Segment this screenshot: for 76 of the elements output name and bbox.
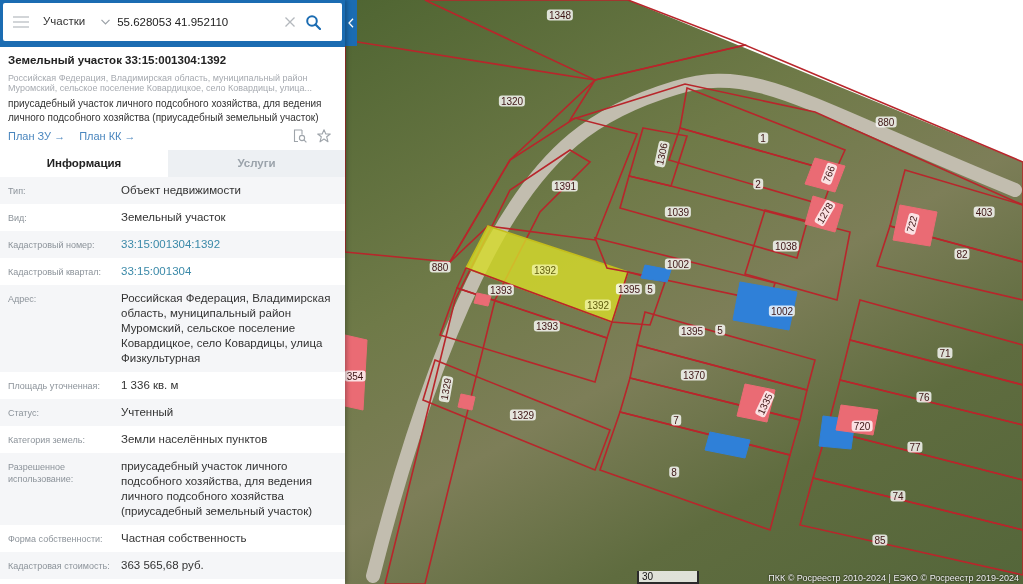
parcel-number: 1320 — [498, 95, 526, 107]
parcel-number: 5 — [715, 324, 725, 336]
parcel-number: 2 — [753, 178, 763, 190]
scale-bar: 30 — [637, 571, 699, 584]
search-button[interactable] — [303, 12, 324, 32]
building-number: 354 — [345, 370, 366, 382]
field-label: Категория земель: — [8, 434, 86, 446]
tab[interactable]: Услуги — [168, 150, 345, 177]
building-number: 1002 — [768, 305, 796, 317]
parcel-number: 880 — [429, 261, 451, 273]
parcel-number: 403 — [973, 206, 995, 218]
parcel-number: 1 — [758, 132, 768, 144]
parcel-number: 1395 — [678, 325, 706, 337]
field-link[interactable]: 33:15:001304 — [121, 264, 337, 279]
parcel-number: 1306 — [653, 140, 671, 168]
field-value: Объект недвижимости — [121, 183, 242, 198]
field-value: Учтенный — [121, 405, 175, 420]
parcel-number: 7 — [671, 414, 681, 426]
field-label: Кадастровый квартал: — [8, 266, 103, 278]
field-value: Российская Федерация, Владимирская область, муниципальный район Муромский, сельское поселение Ковардицкое, село Ковардицы, улица Физкультурная — [121, 291, 332, 366]
plan-link[interactable]: План КК → — [79, 129, 136, 143]
parcel-number: 1393 — [487, 284, 515, 296]
star-icon[interactable] — [317, 129, 331, 143]
map-attribution: ПКК © Росреестр 2010-2024 | ЕЭКО © Росреестр 2019-2024 — [768, 573, 1019, 584]
field-label: Вид: — [8, 212, 28, 224]
field-label: Адрес: — [8, 293, 38, 305]
parcel-number: 8 — [669, 466, 679, 478]
parcel-number: 1392 — [584, 299, 612, 311]
field-value: 1 336 кв. м — [121, 378, 180, 393]
parcel-number: 1392 — [531, 264, 559, 276]
parcel-number: 82 — [954, 248, 970, 260]
parcel-number: 71 — [937, 347, 953, 359]
parcel-number: 1039 — [664, 206, 692, 218]
field-label: Разрешенное использование: — [8, 461, 75, 485]
field-value: Земельный участок — [121, 210, 227, 225]
parcel-number: 1370 — [680, 369, 708, 381]
plan-link[interactable]: План ЗУ → — [8, 129, 66, 143]
field-label: Площадь уточненная: — [8, 380, 101, 392]
field-link[interactable]: 33:15:001304:1392 — [121, 237, 337, 252]
parcel-number: 1329 — [509, 409, 537, 421]
parcel-number: 1038 — [772, 240, 800, 252]
object-title: Земельный участок 33:15:001304:1392 — [8, 53, 228, 68]
menu-icon — [13, 16, 29, 28]
field-label: Форма собственности: — [8, 533, 104, 545]
search-icon — [305, 14, 321, 30]
field-value: приусадебный участок личного подсобного хозяйства, для ведения личного подсобного хозяйства (приусадебный земельный участок) — [121, 459, 314, 519]
chevron-down-icon — [101, 19, 111, 25]
field-label: Статус: — [8, 407, 40, 419]
object-description: приусадебный участок личного подсобного хозяйства, для ведения личного подсобного хозяйства (приусадебный земельный участок) — [8, 97, 323, 125]
parcel-number: 1391 — [551, 180, 579, 192]
field-value: Частная собственность — [121, 531, 248, 546]
field-value: Земли населённых пунктов — [121, 432, 269, 447]
parcel-number: 5 — [645, 283, 655, 295]
document-search-icon[interactable] — [293, 129, 307, 143]
field-label: Тип: — [8, 185, 27, 197]
chevron-left-icon — [348, 18, 354, 28]
object-address: Российская Федерация, Владимирская область, муниципальный район Муромский, сельское поселение Ковардицкое, село Ковардицы, улица... — [8, 73, 313, 93]
field-label: Кадастровый номер: — [8, 239, 96, 251]
parcel-number: 1329 — [438, 375, 454, 403]
parcel-number: 1348 — [546, 9, 574, 21]
parcel-number: 76 — [916, 391, 932, 403]
field-value: 363 565,68 руб. — [121, 558, 205, 573]
parcel-number: 880 — [875, 116, 897, 128]
category-dropdown[interactable]: Участки — [43, 10, 111, 34]
close-icon — [285, 17, 296, 27]
parcel-number: 1002 — [664, 258, 692, 270]
parcel-number: 74 — [890, 490, 906, 502]
parcel-number: 77 — [907, 441, 923, 453]
collapse-panel-button[interactable] — [345, 0, 357, 46]
clear-button[interactable] — [283, 15, 298, 29]
building-number: 720 — [851, 420, 873, 432]
search-box[interactable]: Участки 55.628053 41.952110 — [3, 3, 342, 41]
parcel-number: 1395 — [615, 283, 643, 295]
parcel-number: 85 — [872, 534, 888, 546]
parcel-number: 1393 — [533, 320, 561, 332]
field-label: Кадастровая стоимость: — [8, 560, 111, 572]
